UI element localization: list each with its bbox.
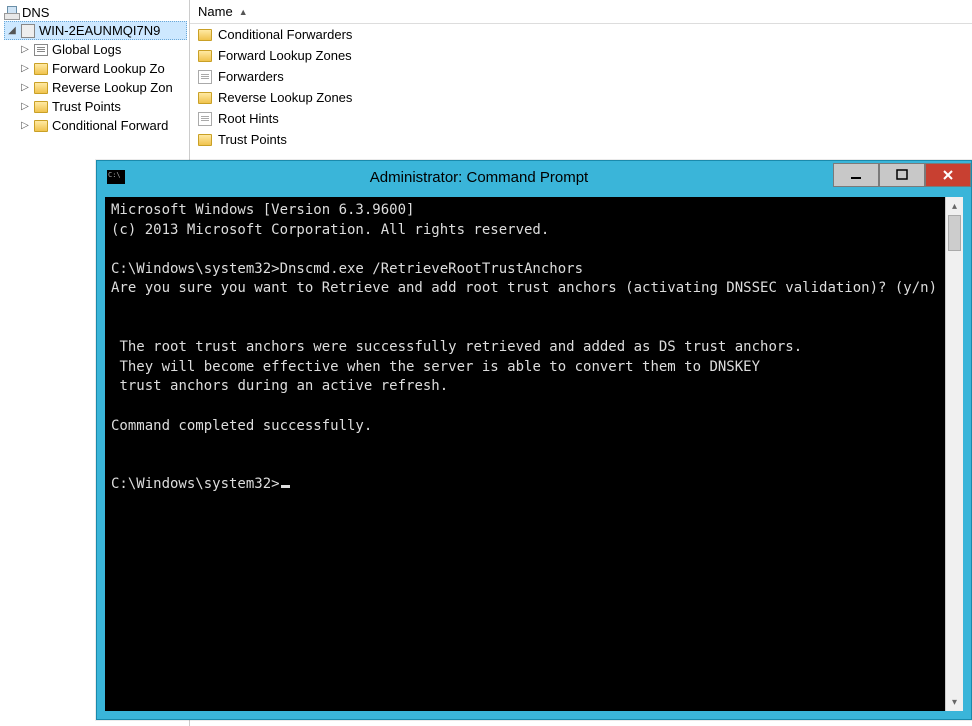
cmd-icon xyxy=(107,170,125,184)
tree-item-forward-lookup[interactable]: ▷ Forward Lookup Zo xyxy=(18,59,187,78)
server-icon xyxy=(21,24,35,38)
folder-icon xyxy=(34,63,48,75)
expander-closed-icon[interactable]: ▷ xyxy=(20,121,30,131)
cmd-line xyxy=(111,299,957,319)
list-item-label: Trust Points xyxy=(218,132,287,147)
list-header-label: Name xyxy=(198,4,233,19)
scroll-thumb[interactable] xyxy=(948,215,961,251)
cmd-line: Command completed successfully. xyxy=(111,417,957,437)
cmd-line xyxy=(111,240,957,260)
tree-item-label: Forward Lookup Zo xyxy=(52,61,165,76)
tree-server-label: WIN-2EAUNMQI7N9 xyxy=(39,23,160,38)
minimize-button[interactable] xyxy=(833,163,879,187)
document-icon xyxy=(198,70,212,84)
list-item[interactable]: Trust Points xyxy=(190,129,972,150)
expander-closed-icon[interactable]: ▷ xyxy=(20,45,30,55)
maximize-button[interactable] xyxy=(879,163,925,187)
cmd-titlebar[interactable]: Administrator: Command Prompt xyxy=(97,161,971,193)
tree-item-conditional-forwarders[interactable]: ▷ Conditional Forward xyxy=(18,116,187,135)
cmd-line: trust anchors during an active refresh. xyxy=(111,377,957,397)
cmd-line: They will become effective when the serv… xyxy=(111,358,957,378)
tree-root-dns[interactable]: DNS xyxy=(2,4,187,21)
tree-item-label: Global Logs xyxy=(52,42,121,57)
tree-item-trust-points[interactable]: ▷ Trust Points xyxy=(18,97,187,116)
expander-closed-icon[interactable]: ▷ xyxy=(20,64,30,74)
list-item[interactable]: Conditional Forwarders xyxy=(190,24,972,45)
tree-item-label: Conditional Forward xyxy=(52,118,168,133)
folder-icon xyxy=(198,92,212,104)
close-button[interactable] xyxy=(925,163,971,187)
cmd-line: The root trust anchors were successfully… xyxy=(111,338,957,358)
dns-icon xyxy=(4,6,18,20)
list-item[interactable]: Forwarders xyxy=(190,66,972,87)
cmd-line xyxy=(111,319,957,339)
cmd-line xyxy=(111,397,957,417)
folder-icon xyxy=(34,101,48,113)
folder-icon xyxy=(198,50,212,62)
cmd-line: C:\Windows\system32>Dnscmd.exe /Retrieve… xyxy=(111,260,957,280)
document-icon xyxy=(198,112,212,126)
tree-item-label: Reverse Lookup Zon xyxy=(52,80,173,95)
list-item-label: Forward Lookup Zones xyxy=(218,48,352,63)
log-icon xyxy=(34,44,48,56)
window-controls xyxy=(833,164,971,190)
folder-icon xyxy=(34,120,48,132)
expander-open-icon[interactable]: ◢ xyxy=(7,26,17,36)
tree-item-reverse-lookup[interactable]: ▷ Reverse Lookup Zon xyxy=(18,78,187,97)
list-item-label: Forwarders xyxy=(218,69,284,84)
cmd-scrollbar[interactable]: ▴ ▾ xyxy=(945,197,963,711)
command-prompt-window[interactable]: Administrator: Command Prompt Microsoft … xyxy=(96,160,972,720)
scroll-up-button[interactable]: ▴ xyxy=(946,197,963,215)
list-item-label: Root Hints xyxy=(218,111,279,126)
tree-item-global-logs[interactable]: ▷ Global Logs xyxy=(18,40,187,59)
expander-closed-icon[interactable]: ▷ xyxy=(20,102,30,112)
folder-icon xyxy=(34,82,48,94)
list-item-label: Conditional Forwarders xyxy=(218,27,352,42)
list-item-label: Reverse Lookup Zones xyxy=(218,90,352,105)
cmd-title: Administrator: Command Prompt xyxy=(125,169,833,186)
list-item[interactable]: Reverse Lookup Zones xyxy=(190,87,972,108)
tree-server-node[interactable]: ◢ WIN-2EAUNMQI7N9 xyxy=(4,21,187,40)
folder-icon xyxy=(198,29,212,41)
list-item[interactable]: Root Hints xyxy=(190,108,972,129)
expander-closed-icon[interactable]: ▷ xyxy=(20,83,30,93)
scroll-down-button[interactable]: ▾ xyxy=(946,693,963,711)
cmd-line: Are you sure you want to Retrieve and ad… xyxy=(111,279,957,299)
folder-icon xyxy=(198,134,212,146)
cmd-line xyxy=(111,436,957,456)
list-header-name[interactable]: Name ▲ xyxy=(190,0,972,24)
scroll-track[interactable] xyxy=(946,215,963,693)
cmd-line xyxy=(111,456,957,476)
cursor-icon xyxy=(281,485,290,488)
sort-ascending-icon: ▲ xyxy=(239,7,248,17)
tree-item-label: Trust Points xyxy=(52,99,121,114)
cmd-output[interactable]: Microsoft Windows [Version 6.3.9600](c) … xyxy=(105,197,963,711)
cmd-line: (c) 2013 Microsoft Corporation. All righ… xyxy=(111,221,957,241)
cmd-line: C:\Windows\system32> xyxy=(111,475,957,495)
list-item[interactable]: Forward Lookup Zones xyxy=(190,45,972,66)
cmd-line: Microsoft Windows [Version 6.3.9600] xyxy=(111,201,957,221)
tree-root-label: DNS xyxy=(22,5,49,20)
